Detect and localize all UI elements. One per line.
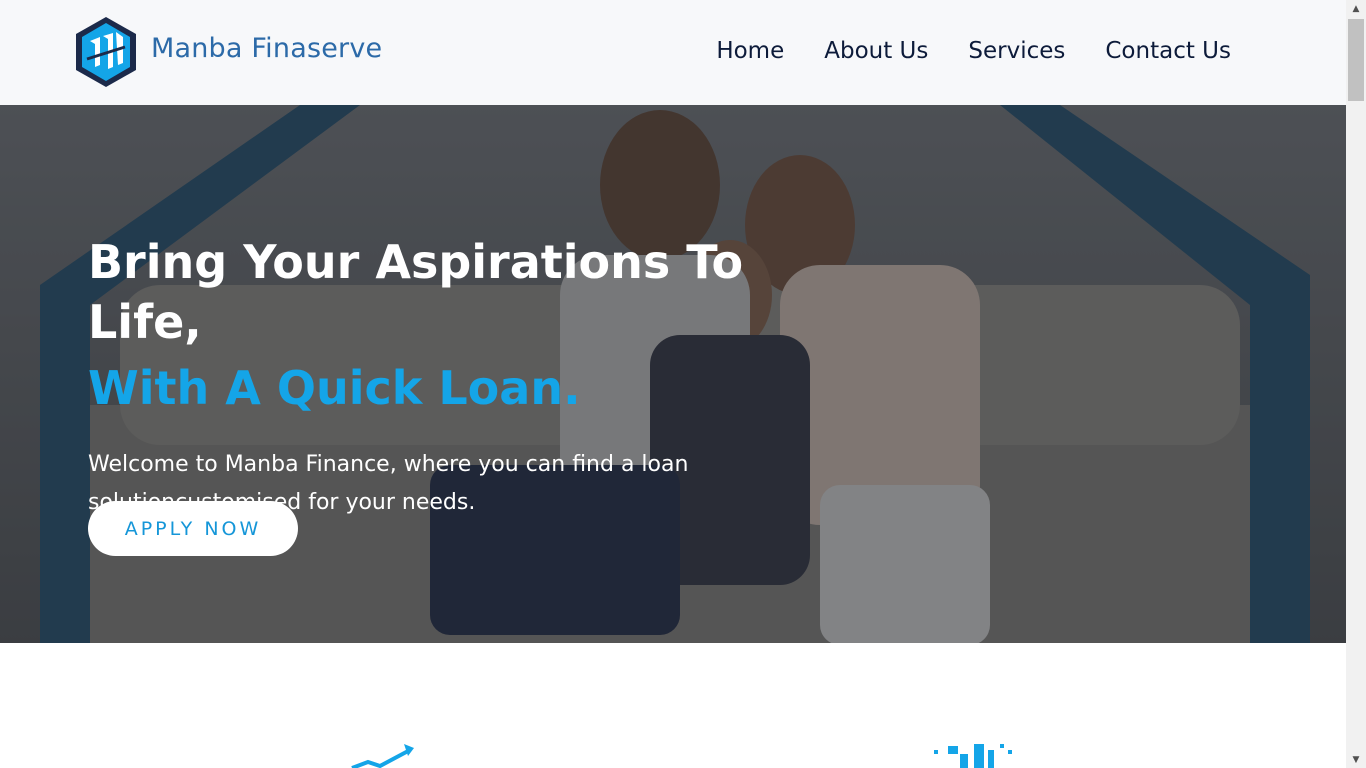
- nav-about-us[interactable]: About Us: [824, 38, 928, 64]
- growth-chart-icon: [351, 744, 414, 768]
- scrollbar-thumb[interactable]: [1348, 19, 1364, 101]
- hero-content: Bring Your Aspirations To Life, With A Q…: [88, 233, 848, 544]
- nav-home[interactable]: Home: [716, 38, 784, 64]
- main-nav: Home About Us Services Contact Us: [716, 38, 1231, 64]
- brand-link[interactable]: Manba Finaserve: [73, 15, 382, 89]
- city-money-bag-icon: [934, 744, 1012, 768]
- scroll-up-arrow-icon[interactable]: ▲: [1346, 0, 1366, 17]
- apply-now-button[interactable]: APPLY NOW: [88, 501, 298, 556]
- nav-contact-us[interactable]: Contact Us: [1105, 38, 1231, 64]
- nav-services[interactable]: Services: [968, 38, 1065, 64]
- page: Manba Finaserve Home About Us Services C…: [0, 0, 1346, 768]
- brand-name: Manba Finaserve: [151, 32, 383, 64]
- page-scrollbar[interactable]: ▲ ▼: [1346, 0, 1366, 768]
- navbar: Manba Finaserve Home About Us Services C…: [0, 0, 1346, 105]
- hero-title-line2: With A Quick Loan.: [88, 360, 581, 415]
- hero-title-line1: Bring Your Aspirations To Life,: [88, 235, 744, 349]
- manba-logo-icon: [76, 17, 136, 87]
- scroll-down-arrow-icon[interactable]: ▼: [1346, 751, 1366, 768]
- hero-section: Bring Your Aspirations To Life, With A Q…: [0, 105, 1346, 643]
